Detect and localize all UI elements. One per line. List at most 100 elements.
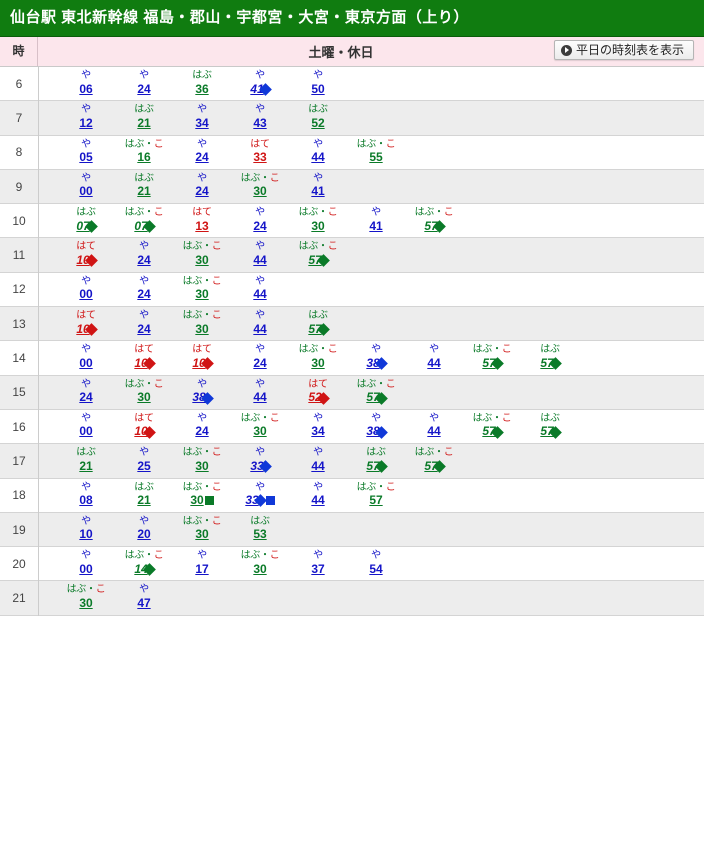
departure-time-link[interactable]: 54 [369, 562, 382, 577]
departure-entry[interactable]: はぶ・こ 57 [347, 482, 405, 508]
departure-time-link[interactable]: 30 [195, 459, 208, 474]
departure-time-link[interactable]: 34 [195, 116, 208, 131]
departure-entry[interactable]: や 24 [231, 344, 289, 370]
departure-time-link[interactable]: 08 [79, 493, 92, 508]
departure-time-link[interactable]: 44 [253, 287, 266, 302]
departure-entry[interactable]: はぶ 57 [347, 447, 405, 474]
departure-entry[interactable]: や 24 [57, 379, 115, 405]
departure-time-link[interactable]: 30 [79, 596, 92, 611]
departure-time-link[interactable]: 12 [79, 116, 92, 131]
departure-time-link[interactable]: 30 [253, 425, 266, 439]
departure-time-link[interactable]: 16 [137, 150, 150, 165]
departure-time-link[interactable]: 34 [311, 425, 324, 439]
departure-entry[interactable]: や 24 [231, 207, 289, 233]
departure-time-link[interactable]: 05 [79, 150, 92, 165]
departure-time-link[interactable]: 24 [79, 390, 92, 405]
departure-entry[interactable]: や 43 [231, 104, 289, 130]
departure-time-link[interactable]: 00 [79, 562, 92, 577]
departure-entry[interactable]: や 33 [231, 447, 289, 474]
departure-entry[interactable]: はぶ 53 [231, 516, 289, 542]
departure-time-link[interactable]: 24 [137, 287, 150, 302]
departure-entry[interactable]: や 44 [231, 241, 289, 267]
departure-entry[interactable]: はて 10 [173, 344, 231, 371]
departure-time-link[interactable]: 30 [195, 253, 208, 268]
departure-time-link[interactable]: 55 [369, 150, 382, 165]
departure-time-link[interactable]: 44 [311, 459, 324, 474]
departure-time-link[interactable]: 44 [427, 356, 440, 371]
departure-time-link[interactable]: 30 [311, 219, 324, 234]
departure-entry[interactable]: や 24 [173, 413, 231, 439]
departure-entry[interactable]: はて 10 [115, 344, 173, 371]
departure-time-link[interactable]: 24 [253, 219, 266, 234]
departure-entry[interactable]: はぶ・こ 30 [289, 344, 347, 370]
departure-entry[interactable]: はぶ・こ 30 [289, 207, 347, 233]
departure-entry[interactable]: はぶ・こ 14 [115, 550, 173, 576]
departure-entry[interactable]: はて 33 [231, 139, 289, 165]
departure-entry[interactable]: や 41 [347, 207, 405, 233]
departure-entry[interactable]: はぶ・こ 07 [115, 207, 173, 233]
departure-entry[interactable]: や 44 [289, 139, 347, 165]
departure-entry[interactable]: や 38 [347, 344, 405, 371]
departure-time-link[interactable]: 44 [253, 253, 266, 268]
departure-time-link[interactable]: 21 [137, 185, 150, 199]
departure-entry[interactable]: や 34 [173, 104, 231, 130]
departure-entry[interactable]: はて 10 [115, 413, 173, 439]
departure-entry[interactable]: や 24 [173, 139, 231, 165]
departure-entry[interactable]: や 12 [57, 104, 115, 130]
departure-entry[interactable]: はて 10 [57, 241, 115, 268]
departure-entry[interactable]: や 44 [231, 379, 289, 405]
departure-entry[interactable]: はぶ・こ 30 [231, 550, 289, 576]
departure-entry[interactable]: はぶ・こ 30 [231, 413, 289, 439]
departure-entry[interactable]: はぶ・こ 57 [347, 379, 405, 405]
departure-time-link[interactable]: 30 [137, 390, 150, 405]
departure-entry[interactable]: はぶ・こ 30 [173, 276, 231, 302]
departure-entry[interactable]: や 37 [289, 550, 347, 576]
departure-entry[interactable]: はぶ 57 [521, 344, 579, 371]
departure-time-link[interactable]: 00 [79, 185, 92, 199]
departure-time-link[interactable]: 24 [253, 356, 266, 371]
departure-time-link[interactable]: 44 [253, 390, 266, 405]
departure-entry[interactable]: はぶ・こ 30 [115, 379, 173, 405]
departure-entry[interactable]: や 17 [173, 550, 231, 576]
departure-time-link[interactable]: 36 [195, 82, 208, 97]
departure-entry[interactable]: や 44 [289, 447, 347, 473]
departure-entry[interactable]: や 00 [57, 344, 115, 370]
departure-time-link[interactable]: 20 [137, 528, 150, 542]
departure-entry[interactable]: はて 13 [173, 207, 231, 233]
departure-entry[interactable]: はぶ・こ 30 [173, 447, 231, 473]
departure-time-link[interactable]: 24 [195, 425, 208, 439]
departure-entry[interactable]: や 25 [115, 447, 173, 473]
show-weekday-timetable-button[interactable]: 平日の時刻表を表示 [553, 40, 694, 60]
departure-entry[interactable]: や 00 [57, 550, 115, 576]
departure-time-link[interactable]: 44 [311, 493, 324, 508]
departure-entry[interactable]: はぶ・こ 16 [115, 139, 173, 165]
departure-entry[interactable]: や 08 [57, 482, 115, 508]
departure-time-link[interactable]: 24 [137, 82, 150, 97]
departure-entry[interactable]: や 00 [57, 276, 115, 302]
departure-time-link[interactable]: 57 [369, 493, 382, 508]
departure-time-link[interactable]: 00 [79, 425, 92, 439]
departure-time-link[interactable]: 21 [137, 493, 150, 508]
departure-time-link[interactable]: 25 [137, 459, 150, 474]
departure-time-link[interactable]: 47 [137, 596, 150, 611]
departure-entry[interactable]: や 24 [173, 173, 231, 199]
departure-entry[interactable]: はぶ・こ 30 [173, 482, 231, 508]
departure-entry[interactable]: はぶ 21 [115, 482, 173, 508]
departure-time-link[interactable]: 30 [311, 356, 324, 371]
departure-time-link[interactable]: 41 [369, 219, 382, 234]
departure-entry[interactable]: はて 10 [57, 310, 115, 336]
departure-time-link[interactable]: 44 [311, 150, 324, 165]
departure-entry[interactable]: や 24 [115, 70, 173, 96]
departure-time-link[interactable]: 24 [137, 322, 150, 337]
departure-entry[interactable]: はぶ・こ 30 [231, 173, 289, 199]
departure-entry[interactable]: はぶ・こ 57 [463, 344, 521, 371]
departure-entry[interactable]: はぶ・こ 30 [173, 310, 231, 336]
departure-time-link[interactable]: 37 [311, 562, 324, 577]
departure-entry[interactable]: や 47 [115, 584, 173, 610]
departure-entry[interactable]: はぶ 21 [57, 447, 115, 473]
departure-time-link[interactable]: 50 [311, 82, 324, 97]
departure-time-link[interactable]: 30 [195, 322, 208, 337]
departure-entry[interactable]: や 00 [57, 173, 115, 199]
departure-time-link[interactable]: 30 [190, 493, 203, 508]
departure-entry[interactable]: はぶ・こ 57 [463, 413, 521, 439]
